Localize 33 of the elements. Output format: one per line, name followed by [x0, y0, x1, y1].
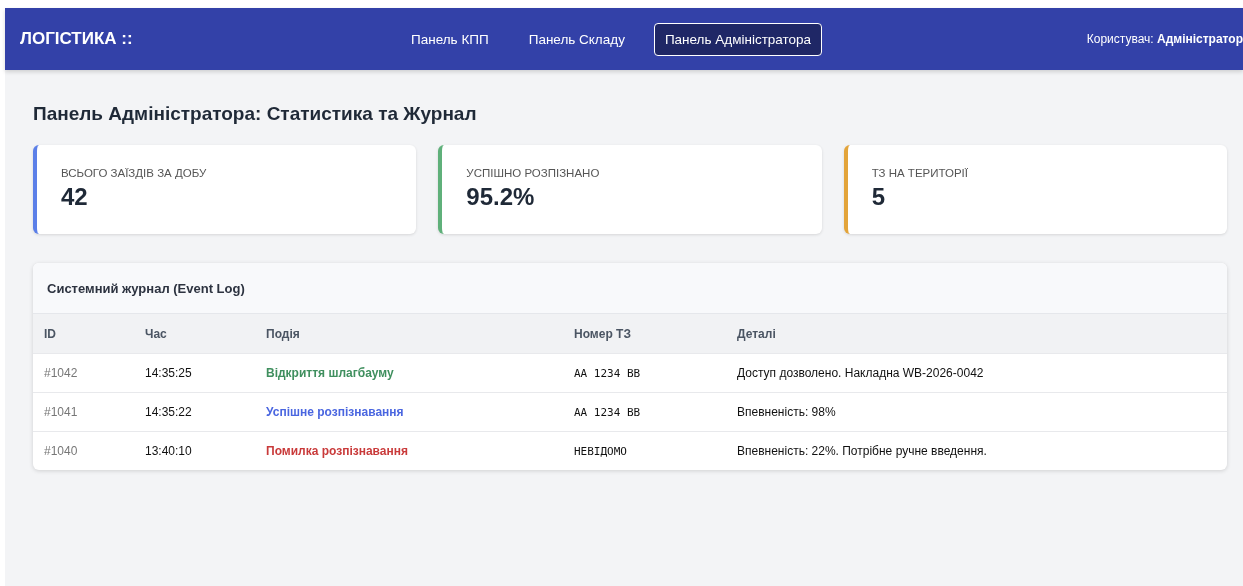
nav-tab[interactable]: Панель КПП: [400, 22, 500, 56]
stat-label: ТЗ НА ТЕРИТОРІЇ: [871, 167, 969, 179]
stat-value: 5: [871, 183, 886, 211]
page-title: Панель Адміністратора: Статистика та Журнал: [33, 102, 478, 126]
table-cell: Доступ дозволено. Накладна WB-2026-0042: [726, 353, 1227, 393]
table-cell: 14:35:25: [134, 353, 255, 393]
column-header: ID: [33, 314, 134, 354]
table-cell: #1041: [33, 392, 134, 432]
table-cell: #1042: [33, 353, 134, 393]
column-header: Подія: [255, 314, 563, 354]
table-cell: Успішне розпізнавання: [255, 392, 563, 432]
user-info: Користувач: Адміністратор: [1086, 32, 1243, 46]
table-cell: Відкриття шлагбауму: [255, 353, 563, 393]
table-cell: #1040: [33, 431, 134, 470]
table-cell: AA 1234 BB: [563, 392, 726, 432]
column-header: Номер ТЗ: [563, 314, 726, 354]
nav-tab[interactable]: Панель Складу: [517, 22, 636, 56]
table-cell: Помилка розпізнавання: [255, 431, 563, 470]
column-header: Деталі: [726, 314, 1227, 354]
stat-label: УСПІШНО РОЗПІЗНАНО: [466, 167, 601, 179]
table-cell: НЕВІДОМО: [563, 431, 726, 470]
table-cell: 13:40:10: [134, 431, 255, 470]
brand-logo: ЛОГІСТИКА ::: [20, 29, 134, 49]
column-header: Час: [134, 314, 255, 354]
stat-label: ВСЬОГО ЗАЇЗДІВ ЗА ДОБУ: [61, 167, 208, 179]
table-cell: AA 1234 BB: [563, 353, 726, 393]
stat-value: 95.2%: [466, 183, 536, 211]
table-cell: Впевненість: 22%. Потрібне ручне введення.: [726, 431, 1227, 470]
nav-tab[interactable]: Панель Адміністратора: [653, 22, 823, 56]
stat-value: 42: [61, 183, 89, 211]
table-cell: Впевненість: 98%: [726, 392, 1227, 432]
card-title: Системний журнал (Event Log): [47, 280, 245, 296]
table-cell: 14:35:22: [134, 392, 255, 432]
